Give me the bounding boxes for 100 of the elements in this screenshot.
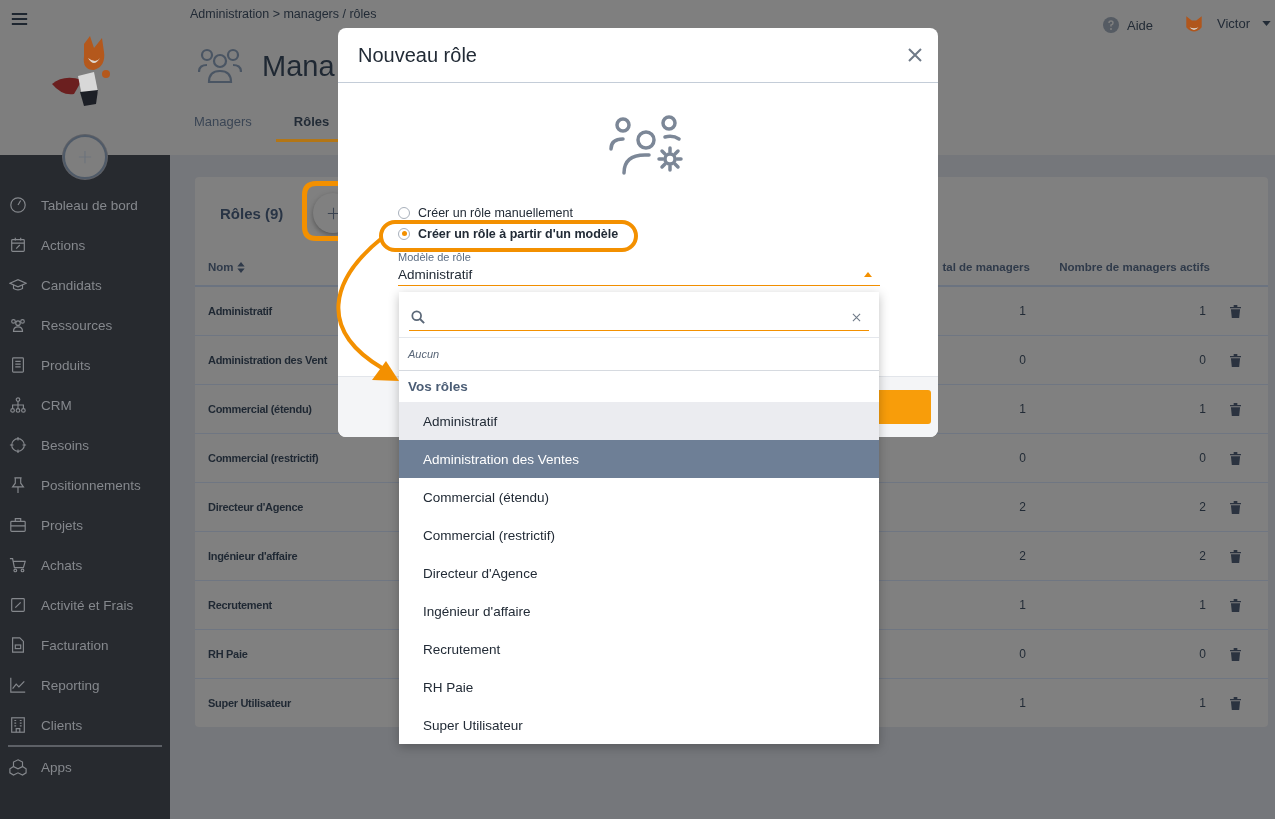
sidebar-item[interactable]: Besoins <box>0 425 170 465</box>
table-cell: 1 <box>1019 696 1026 710</box>
table-cell: Administration des Vent <box>208 354 327 366</box>
sidebar-item[interactable]: CRM <box>0 385 170 425</box>
user-menu[interactable]: Victor <box>1217 15 1250 31</box>
card-title: Rôles (9) <box>220 204 284 222</box>
table-cell: 1 <box>1019 598 1026 612</box>
trash-icon[interactable] <box>1229 647 1241 661</box>
sidebar-item[interactable]: Reporting <box>0 665 170 705</box>
role-template-select[interactable]: Administratif <box>398 263 880 286</box>
sidebar-item[interactable]: Achats <box>0 545 170 585</box>
table-cell: 2 <box>1199 549 1206 563</box>
sidebar-item[interactable]: Positionnements <box>0 465 170 505</box>
highlight-outline <box>302 181 338 241</box>
table-cell: 0 <box>1199 647 1206 661</box>
table-cell: Recrutement <box>208 599 272 611</box>
table-cell: Ingénieur d'affaire <box>208 550 298 562</box>
trash-icon[interactable] <box>1229 598 1241 612</box>
clear-icon[interactable] <box>852 312 861 322</box>
table-cell: Commercial (étendu) <box>208 403 312 415</box>
people-icon <box>9 316 27 334</box>
plus-icon <box>326 206 340 220</box>
table-cell: 1 <box>1019 402 1026 416</box>
radio-option[interactable]: Créer un rôle manuellement <box>398 202 938 223</box>
sidebar-item[interactable]: Actions <box>0 225 170 265</box>
dropdown-option[interactable]: Administratif <box>399 402 879 440</box>
graduation-cap-icon <box>9 276 27 294</box>
table-cell: Super Utilisateur <box>208 697 291 709</box>
radio-option[interactable]: Créer un rôle à partir d'un modèle <box>398 223 938 244</box>
sort-icon[interactable] <box>236 261 245 273</box>
sidebar-item[interactable]: Ressources <box>0 305 170 345</box>
chart-icon <box>9 676 27 694</box>
table-cell: RH Paie <box>208 648 248 660</box>
page-title: Mana <box>262 49 335 83</box>
sidebar-item[interactable]: Apps <box>0 747 170 787</box>
trash-icon[interactable] <box>1229 500 1241 514</box>
search-icon <box>411 310 425 325</box>
table-cell: Directeur d'Agence <box>208 501 304 513</box>
table-cell: 2 <box>1019 500 1026 514</box>
dropdown-option[interactable]: Commercial (restrictif) <box>399 516 879 554</box>
briefcase-icon <box>9 516 27 534</box>
cart-icon <box>9 556 27 574</box>
table-cell: 2 <box>1019 549 1026 563</box>
menu-icon[interactable] <box>11 12 28 26</box>
option-group-label: Vos rôles <box>407 378 469 397</box>
dropdown-option[interactable]: RH Paie <box>399 668 879 706</box>
sidebar-item[interactable]: Produits <box>0 345 170 385</box>
dropdown-option[interactable]: Commercial (étendu) <box>399 478 879 516</box>
gauge-icon <box>9 196 27 214</box>
trash-icon[interactable] <box>1229 353 1241 367</box>
table-cell: 0 <box>1199 353 1206 367</box>
table-cell: 0 <box>1019 451 1026 465</box>
pin-icon <box>9 476 27 494</box>
sidebar-item[interactable]: Projets <box>0 505 170 545</box>
sidebar-item[interactable]: Tableau de bord <box>0 185 170 225</box>
tab[interactable]: Managers <box>180 105 266 142</box>
cubes-icon <box>9 758 27 776</box>
table-cell: 2 <box>1199 500 1206 514</box>
dropdown-option[interactable]: Recrutement <box>399 630 879 668</box>
table-cell: 0 <box>1199 451 1206 465</box>
trash-icon[interactable] <box>1229 696 1241 710</box>
dialog-title: Nouveau rôle <box>358 43 477 67</box>
document-icon <box>9 636 27 654</box>
trash-icon[interactable] <box>1229 304 1241 318</box>
table-cell: 1 <box>1199 304 1206 318</box>
sidebar-item[interactable]: Activité et Frais <box>0 585 170 625</box>
table-cell: 0 <box>1019 353 1026 367</box>
field-label: Modèle de rôle <box>398 251 472 263</box>
table-cell: 1 <box>1199 696 1206 710</box>
dropdown-option[interactable]: Ingénieur d'affaire <box>399 592 879 630</box>
book-icon <box>9 356 27 374</box>
table-cell: Commercial (restrictif) <box>208 452 319 464</box>
sidebar-item[interactable]: Facturation <box>0 625 170 665</box>
add-button[interactable] <box>63 135 107 179</box>
sidebar-item[interactable]: Clients <box>0 705 170 745</box>
trash-icon[interactable] <box>1229 402 1241 416</box>
caret-icon[interactable] <box>1262 20 1271 26</box>
pencil-square-icon <box>9 596 27 614</box>
help-icon[interactable] <box>1102 17 1119 33</box>
people-icon <box>198 46 242 86</box>
trash-icon[interactable] <box>1229 549 1241 563</box>
calendar-icon <box>9 236 27 254</box>
breadcrumb: Administration > managers / rôles <box>190 7 377 21</box>
trash-icon[interactable] <box>1229 451 1241 465</box>
table-cell: 1 <box>1019 304 1026 318</box>
column-header[interactable]: Nombre de managers actifs <box>1030 261 1210 273</box>
crosshair-icon <box>9 436 27 454</box>
dropdown-option[interactable]: Directeur d'Agence <box>399 554 879 592</box>
building-icon <box>9 716 27 734</box>
help-link[interactable]: Aide <box>1126 17 1153 33</box>
table-cell: Administratif <box>208 305 272 317</box>
dropdown-option[interactable]: Super Utilisateur <box>399 706 879 744</box>
dropdown-option[interactable]: Administration des Ventes <box>399 440 879 478</box>
dropdown-option[interactable]: Aucun <box>399 337 879 372</box>
caret-icon <box>864 272 872 277</box>
sidebar-item[interactable]: Candidats <box>0 265 170 305</box>
table-cell: 1 <box>1199 402 1206 416</box>
hierarchy-icon <box>9 396 27 414</box>
close-icon[interactable] <box>908 48 922 62</box>
table-cell: 1 <box>1199 598 1206 612</box>
